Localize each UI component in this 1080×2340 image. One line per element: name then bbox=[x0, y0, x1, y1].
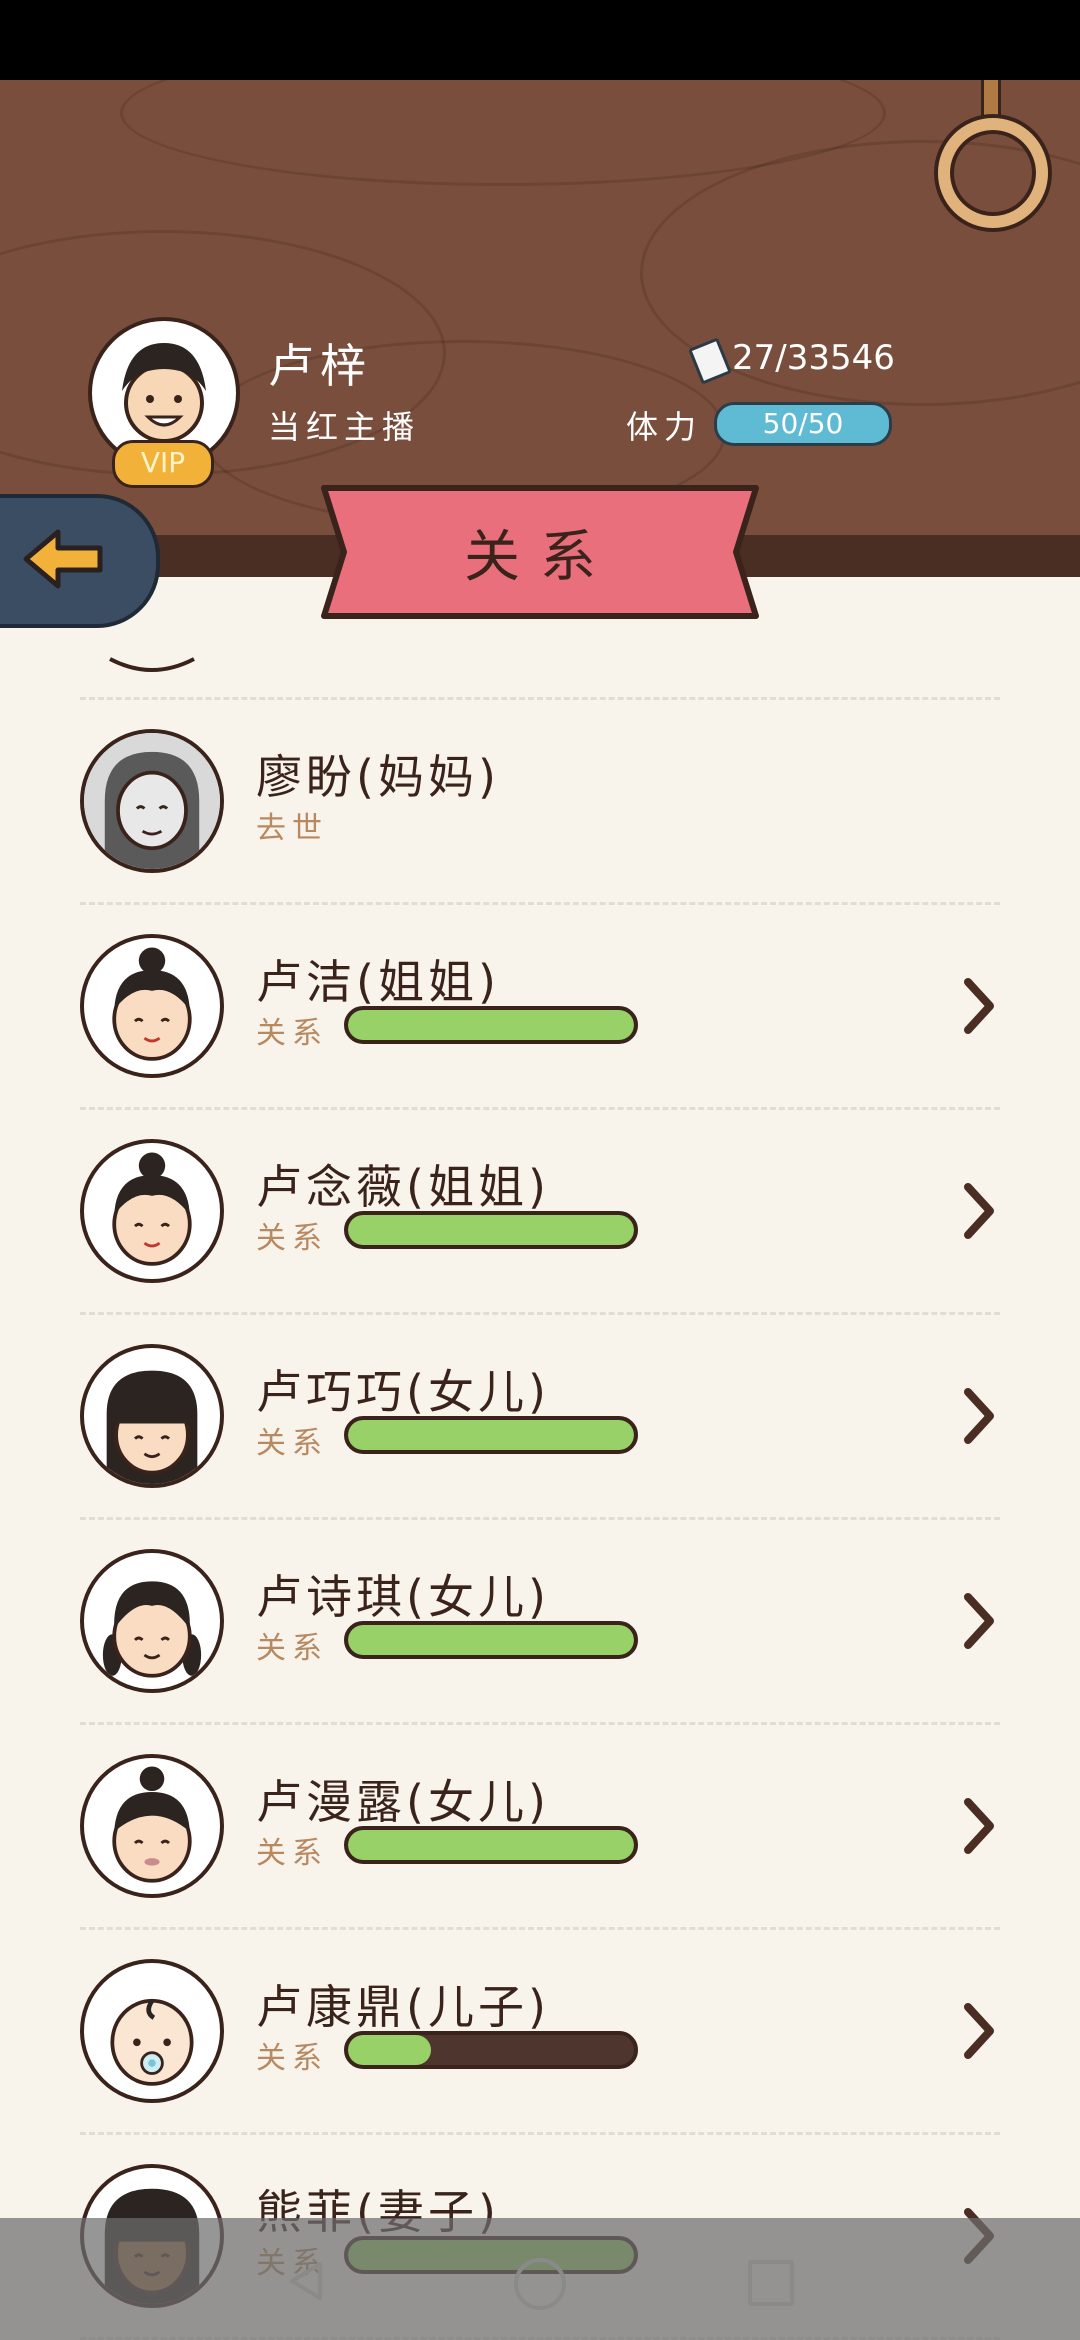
relation-name: 卢漫露(女儿) bbox=[256, 1775, 550, 1829]
relation-name: 廖盼(妈妈) bbox=[256, 750, 500, 804]
relation-bar bbox=[344, 1826, 638, 1864]
relation-avatar bbox=[80, 1139, 224, 1283]
relation-name: 卢康鼎(儿子) bbox=[256, 1980, 550, 2034]
relation-avatar bbox=[80, 1754, 224, 1898]
relation-status: 去世 bbox=[256, 811, 328, 846]
relation-row[interactable]: 卢念薇(姐姐) 关系 bbox=[0, 1109, 1080, 1315]
relation-label: 关系 bbox=[256, 2041, 328, 2076]
relation-bar bbox=[344, 2031, 638, 2069]
relation-avatar bbox=[80, 934, 224, 1078]
relation-row: 廖盼(妈妈) 去世 bbox=[0, 699, 1080, 905]
nav-home-icon[interactable] bbox=[514, 2258, 566, 2310]
relationship-list[interactable]: 廖盼(妈妈) 去世 卢洁(姐姐) 关系 卢念薇(姐姐) 关系 卢巧巧(女儿) 关系 卢诗琪(女儿… bbox=[0, 577, 1080, 2340]
relation-bar bbox=[344, 1416, 638, 1454]
relation-bar-fill bbox=[348, 1215, 634, 1245]
relation-bar-fill bbox=[348, 1830, 634, 1860]
player-name: 卢梓 bbox=[268, 339, 372, 393]
relation-label: 关系 bbox=[256, 1836, 328, 1871]
relation-name: 卢洁(姐姐) bbox=[256, 955, 500, 1009]
relation-name: 卢巧巧(女儿) bbox=[256, 1365, 550, 1419]
chevron-right-icon[interactable] bbox=[960, 976, 1000, 1036]
relation-bar-fill bbox=[348, 1625, 634, 1655]
ring-icon[interactable] bbox=[938, 118, 1048, 228]
relation-label: 关系 bbox=[256, 1221, 328, 1256]
relation-row[interactable]: 卢漫露(女儿) 关系 bbox=[0, 1724, 1080, 1930]
chevron-right-icon[interactable] bbox=[960, 2001, 1000, 2061]
nav-back-icon[interactable] bbox=[286, 2260, 326, 2302]
chevron-right-icon[interactable] bbox=[960, 1386, 1000, 1446]
relation-name: 卢念薇(姐姐) bbox=[256, 1160, 550, 1214]
nav-recent-icon[interactable] bbox=[748, 2260, 794, 2306]
relation-row[interactable]: 卢巧巧(女儿) 关系 bbox=[0, 1314, 1080, 1520]
vip-badge: VIP bbox=[112, 440, 214, 488]
relation-avatar bbox=[80, 1344, 224, 1488]
relation-name: 卢诗琪(女儿) bbox=[256, 1570, 550, 1624]
system-nav-bar bbox=[0, 2218, 1080, 2340]
relation-bar-fill bbox=[348, 1420, 634, 1450]
relation-label: 关系 bbox=[256, 1631, 328, 1666]
relation-label: 关系 bbox=[256, 1426, 328, 1461]
relation-row[interactable]: 卢康鼎(儿子) 关系 bbox=[0, 1929, 1080, 2135]
relation-label: 关系 bbox=[256, 1016, 328, 1051]
stamina-label: 体力 bbox=[626, 408, 703, 446]
relation-bar bbox=[344, 1621, 638, 1659]
chevron-right-icon[interactable] bbox=[960, 1796, 1000, 1856]
relation-avatar bbox=[80, 729, 224, 873]
relation-bar-fill bbox=[348, 2035, 431, 2065]
relation-bar bbox=[344, 1006, 638, 1044]
chevron-right-icon[interactable] bbox=[960, 1181, 1000, 1241]
relation-avatar bbox=[80, 1549, 224, 1693]
relation-row[interactable]: 卢洁(姐姐) 关系 bbox=[0, 904, 1080, 1110]
money-count: 27/33546 bbox=[732, 338, 895, 378]
relation-avatar bbox=[80, 1959, 224, 2103]
relation-bar-fill bbox=[348, 1010, 634, 1040]
relation-bar bbox=[344, 1211, 638, 1249]
avatar-partial bbox=[109, 657, 195, 672]
player-title: 当红主播 bbox=[268, 408, 421, 446]
chevron-right-icon[interactable] bbox=[960, 1591, 1000, 1651]
status-bar bbox=[0, 0, 1080, 80]
relation-row[interactable]: 卢诗琪(女儿) 关系 bbox=[0, 1519, 1080, 1725]
stamina-bar: 50/50 bbox=[714, 402, 892, 446]
